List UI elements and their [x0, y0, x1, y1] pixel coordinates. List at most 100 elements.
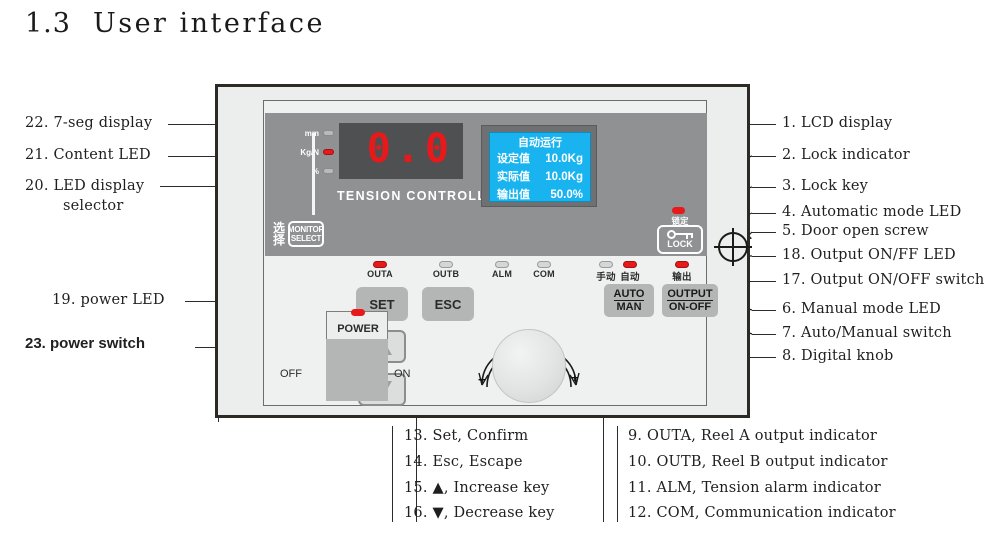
outa-label: OUTA: [367, 269, 393, 279]
callout-5: 5. Door open screw: [782, 223, 929, 239]
leader-line-4: [752, 213, 776, 214]
leader-line-7: [752, 334, 776, 335]
leader-line-18: [752, 256, 776, 257]
lcd-label-setpoint: 设定值: [497, 152, 530, 165]
unit-led-mm: [323, 130, 334, 136]
power-switch-housing: POWER: [326, 309, 388, 339]
leader-line-3: [752, 187, 776, 188]
tension-controller-panel: mm Kg/N % 0.0: [215, 84, 750, 418]
callout-20: 20. LED display: [25, 178, 145, 194]
leader-line-2: [752, 156, 776, 157]
callout-4: 4. Automatic mode LED: [782, 204, 962, 220]
seven-segment-digit-left: 0: [366, 126, 393, 172]
seven-segment-digit-right: 0: [424, 126, 451, 172]
output-label: 输出: [672, 272, 692, 283]
lcd-row-setpoint: 设定值 10.0Kg: [496, 150, 584, 168]
led-selector-stem: [312, 133, 315, 215]
callout-19: 19. power LED: [52, 292, 165, 308]
lcd-value-setpoint: 10.0Kg: [545, 153, 583, 165]
unit-led-row-percent: %: [278, 163, 334, 179]
alm-label: ALM: [491, 269, 513, 279]
leader-line-5: [752, 232, 776, 233]
lock-key-button[interactable]: LOCK: [657, 225, 703, 254]
callout-20-cont: selector: [63, 198, 124, 214]
alm-led: [495, 261, 509, 268]
unit-label-kgn: Kg/N: [300, 147, 319, 157]
monitor-select-button[interactable]: MONITOR SELECT: [288, 221, 324, 247]
content-led-group: mm Kg/N %: [278, 125, 334, 181]
panel-inner-bezel: mm Kg/N % 0.0: [263, 100, 718, 409]
monitor-select-cn-line2: 择: [273, 233, 286, 247]
output-top-label: OUTPUT: [667, 288, 713, 301]
seven-segment-value: 0.0: [367, 129, 451, 169]
knob-minus-label: −: [478, 372, 486, 387]
lcd-bezel: 自动运行 设定值 10.0Kg 实际值 10.0Kg 输出值 50.0%: [481, 125, 597, 207]
lcd-value-output: 50.0%: [550, 189, 583, 201]
callout-13: 13. Set, Confirm: [404, 428, 529, 444]
lcd-display: 自动运行 设定值 10.0Kg 实际值 10.0Kg 输出值 50.0%: [489, 132, 591, 202]
callout-11: 11. ALM, Tension alarm indicator: [628, 480, 881, 496]
outb-led: [439, 261, 453, 268]
outa-led: [373, 261, 387, 268]
output-bottom-label: ON-OFF: [668, 301, 712, 313]
esc-button[interactable]: ESC: [422, 287, 474, 321]
callout-10: 10. OUTB, Reel B output indicator: [628, 454, 888, 470]
indicator-outa: OUTA: [356, 261, 404, 279]
callout-2: 2. Lock indicator: [782, 147, 910, 163]
unit-led-percent: [323, 168, 334, 174]
auto-manual-top-label: AUTO: [613, 288, 645, 301]
auto-manual-bottom-label: MAN: [616, 301, 642, 313]
outb-label: OUTB: [432, 269, 460, 279]
auto-mode-led: [623, 261, 637, 268]
callout-6: 6. Manual mode LED: [782, 301, 941, 317]
leader-column-divider-right: [617, 426, 618, 522]
callout-1: 1. LCD display: [782, 115, 893, 131]
auto-manual-switch[interactable]: AUTO MAN: [604, 284, 654, 317]
power-led: [351, 309, 365, 316]
callout-16: 16. ▼, Decrease key: [404, 505, 555, 521]
monitor-select-line2: SELECT: [290, 234, 322, 243]
lcd-label-actual: 实际值: [497, 170, 530, 183]
digital-knob-group[interactable]: − +: [474, 313, 584, 405]
output-on-off-switch[interactable]: OUTPUT ON-OFF: [662, 284, 718, 317]
lcd-row-actual: 实际值 10.0Kg: [496, 168, 584, 186]
monitor-select-cn-label: 选 择: [273, 222, 285, 246]
indicator-outb: OUTB: [422, 261, 470, 279]
unit-led-row-kgn: Kg/N: [278, 144, 334, 160]
digital-knob[interactable]: [492, 329, 566, 403]
user-interface-figure: 1.3 User interface 22. 7-seg display 21.…: [0, 0, 1000, 557]
seven-segment-display: 0.0: [339, 123, 463, 179]
indicator-com: COM: [520, 261, 568, 279]
section-number: 1.3: [25, 8, 71, 39]
com-label: COM: [533, 269, 555, 279]
callout-18: 18. Output ON/FF LED: [782, 247, 956, 263]
output-led: [675, 261, 689, 268]
page-title: 1.3 User interface: [25, 8, 325, 39]
display-bank: mm Kg/N % 0.0: [265, 113, 707, 256]
lcd-row-output: 输出值 50.0%: [496, 186, 584, 204]
monitor-select-group[interactable]: 选 择 MONITOR SELECT: [273, 221, 324, 247]
power-rocker[interactable]: [326, 339, 388, 401]
key-icon: [667, 230, 693, 239]
lock-button-label: LOCK: [667, 239, 693, 249]
callout-3: 3. Lock key: [782, 178, 869, 194]
leader-column-divider-left: [392, 426, 393, 522]
callout-14: 14. Esc, Escape: [404, 454, 523, 470]
power-switch-group[interactable]: POWER OFF ON: [280, 309, 411, 409]
unit-led-row-mm: mm: [278, 125, 334, 141]
indicator-output: 输出: [658, 261, 706, 283]
auto-mode-label: 自动: [620, 272, 640, 283]
power-label: POWER: [337, 323, 379, 335]
unit-led-kgn: [323, 149, 334, 155]
com-led: [537, 261, 551, 268]
lcd-title: 自动运行: [518, 136, 562, 149]
callout-8: 8. Digital knob: [782, 348, 894, 364]
callout-17: 17. Output ON/OFF switch: [782, 272, 985, 288]
callout-12: 12. COM, Communication indicator: [628, 505, 896, 521]
callout-23: 23. power switch: [25, 335, 146, 352]
callout-15: 15. ▲, Increase key: [404, 480, 550, 496]
lcd-value-actual: 10.0Kg: [545, 171, 583, 183]
leader-line-6: [752, 310, 776, 311]
callout-21: 21. Content LED: [25, 147, 151, 163]
callout-9: 9. OUTA, Reel A output indicator: [628, 428, 878, 444]
